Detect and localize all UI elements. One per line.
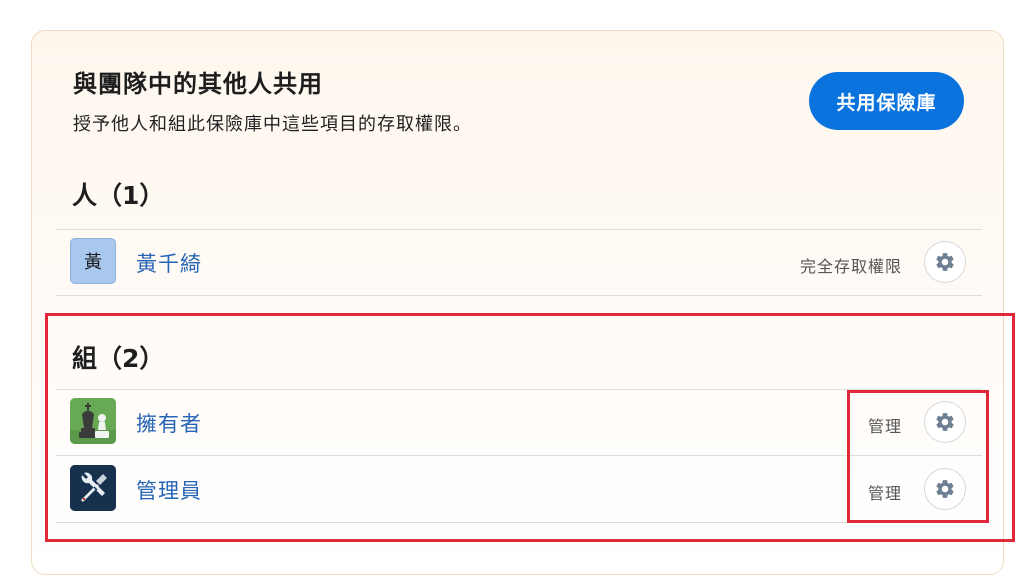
share-vault-button[interactable]: 共用保險庫 — [809, 72, 964, 130]
divider — [56, 295, 982, 296]
gear-icon — [936, 253, 954, 271]
list-item-person: 黃 黃千綺 完全存取權限 — [56, 229, 982, 295]
person-name-link[interactable]: 黃千綺 — [136, 248, 202, 278]
page-subtitle: 授予他人和組此保險庫中這些項目的存取權限。 — [73, 114, 472, 135]
avatar: 黃 — [70, 238, 116, 284]
permission-label: 完全存取權限 — [799, 257, 902, 276]
people-section-heading: 人（1） — [72, 181, 165, 210]
settings-button[interactable] — [924, 241, 966, 283]
permissions-highlight-box — [847, 390, 989, 523]
page-title: 與團隊中的其他人共用 — [73, 70, 323, 98]
